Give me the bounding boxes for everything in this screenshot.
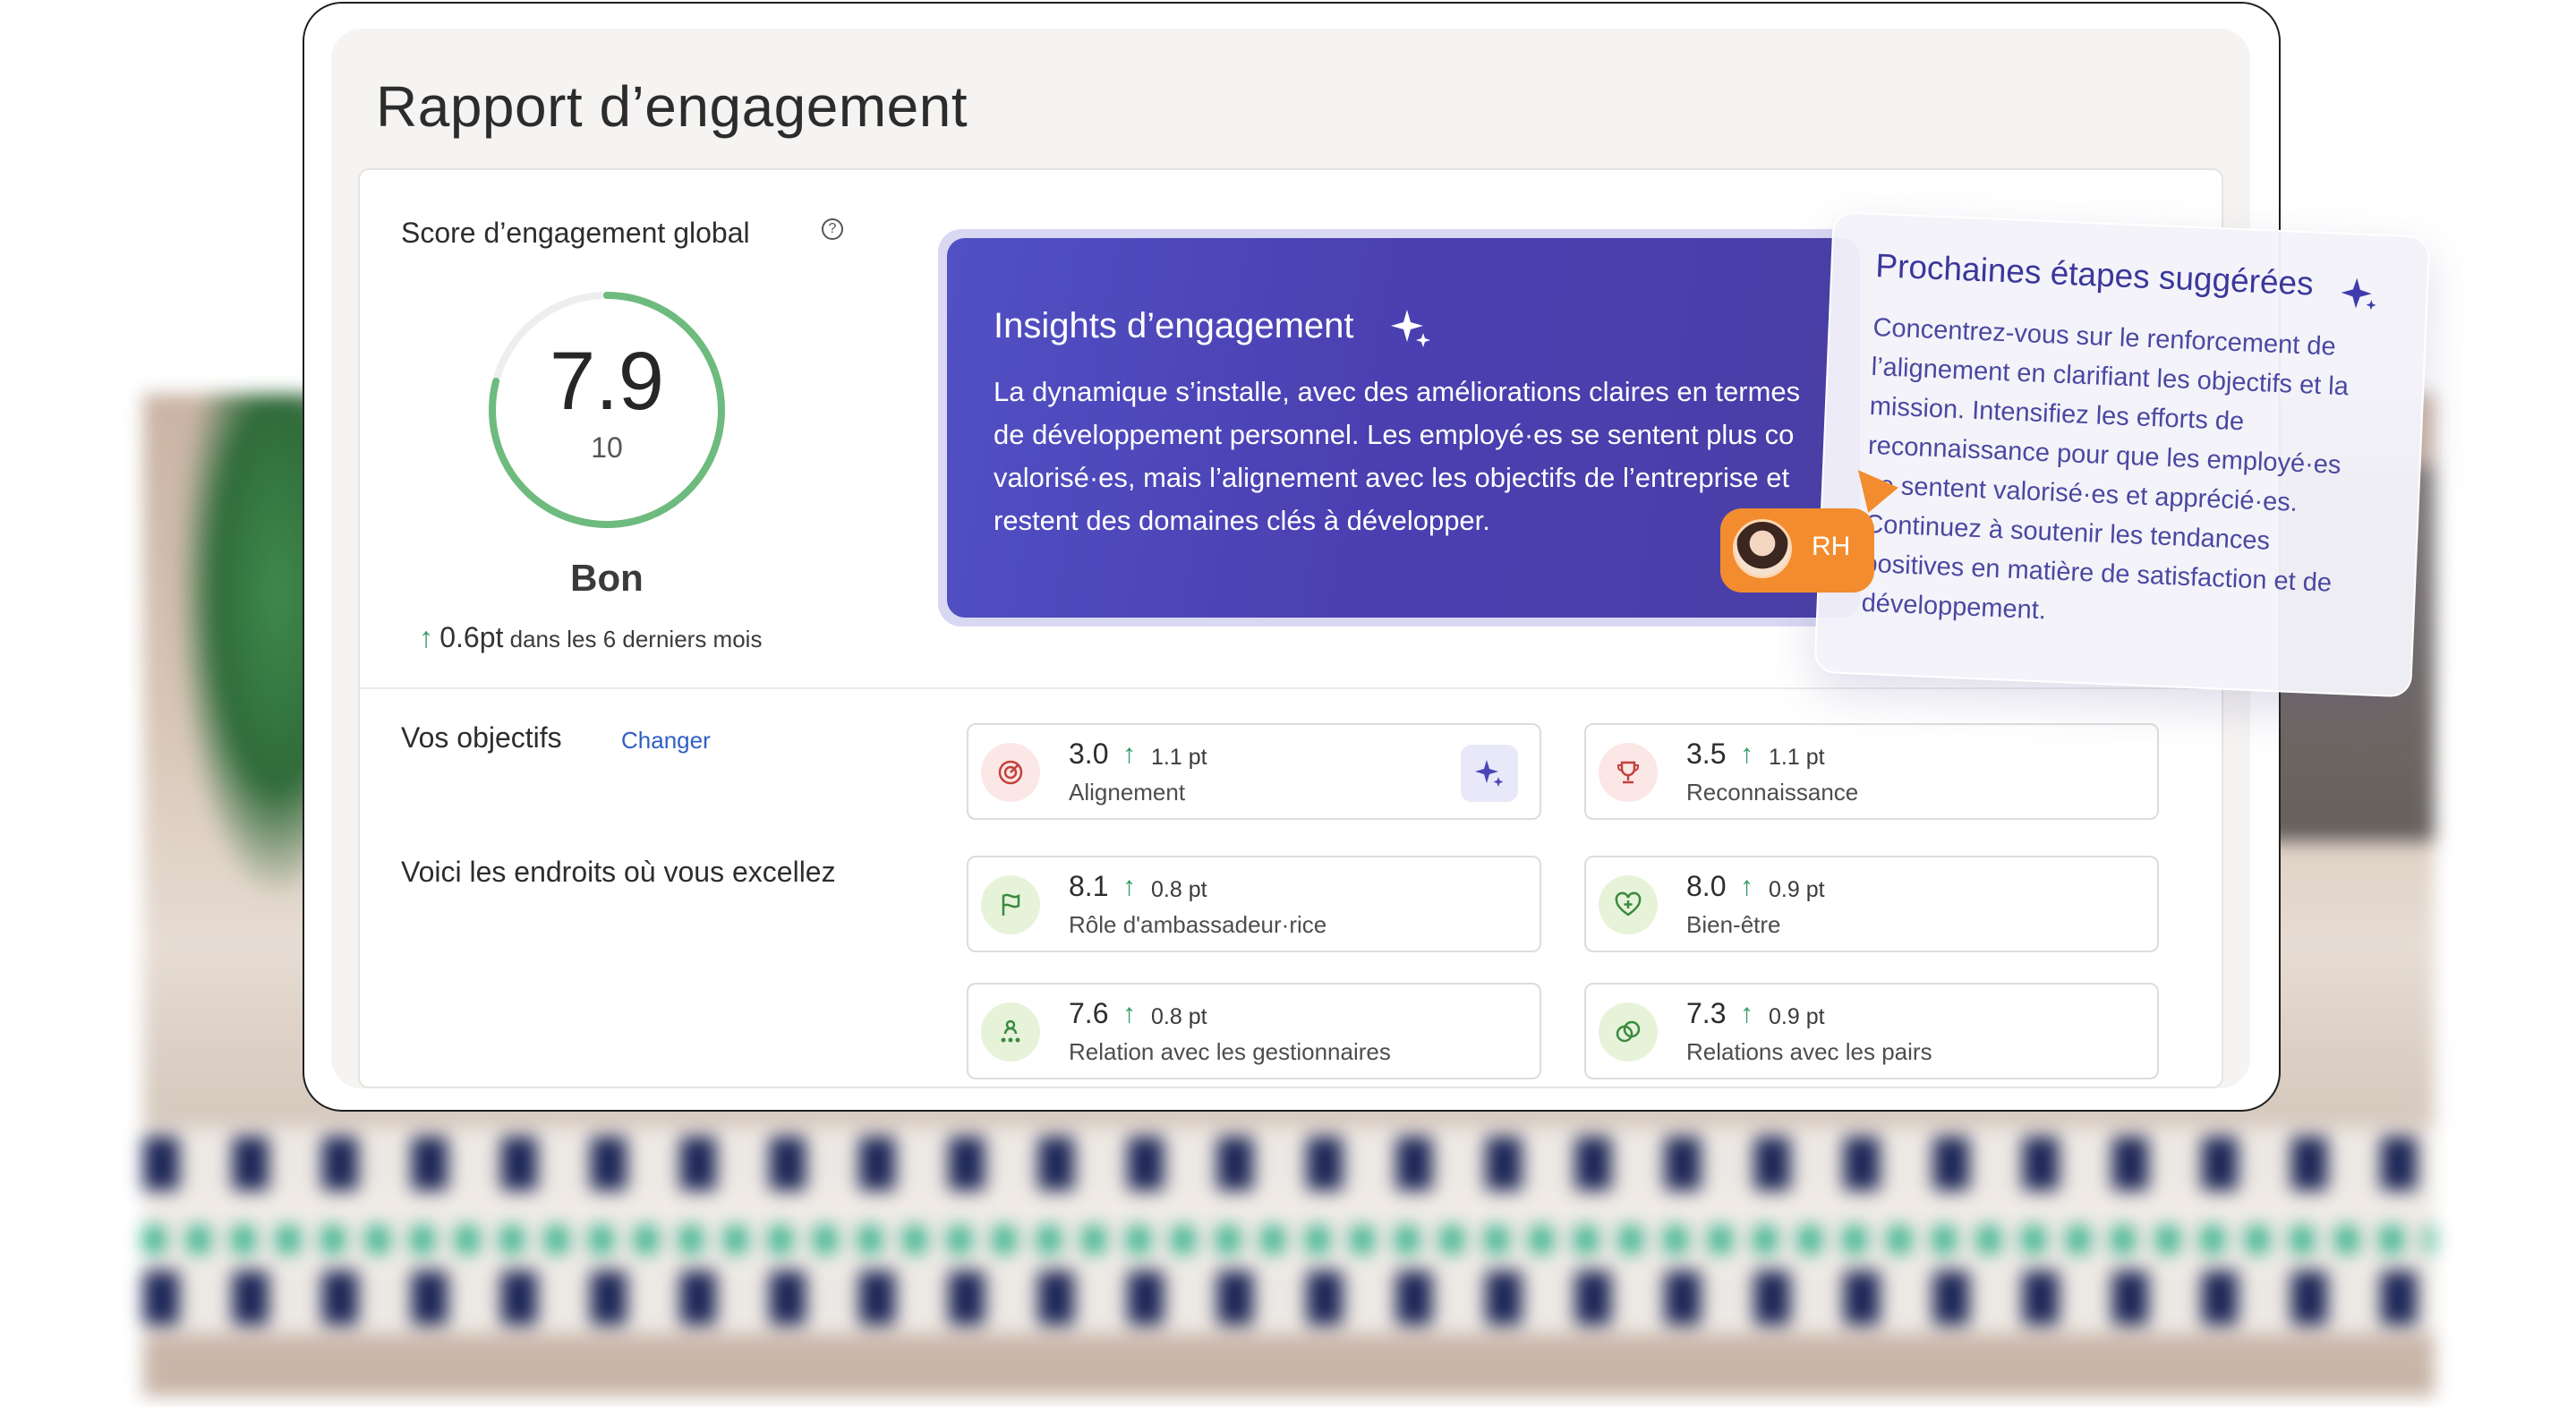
metric-delta: 0.8 pt (1151, 1004, 1207, 1029)
metric-delta: 0.9 pt (1769, 877, 1825, 902)
heart-plus-icon (1599, 875, 1658, 934)
score-title: Score d’engagement global (401, 217, 750, 249)
suggestions-text: Concentrez-vous sur le renforcement de l… (1861, 308, 2410, 645)
peers-icon (1599, 1002, 1658, 1062)
sparkle-icon (2341, 277, 2376, 311)
arrow-up-icon: ↑ (419, 621, 433, 653)
change-objectives-link[interactable]: Changer (621, 727, 711, 755)
trophy-icon (1599, 743, 1658, 802)
suggestions-card: Prochaines étapes suggérées Concentrez-v… (1813, 211, 2431, 698)
score-max: 10 (591, 431, 623, 464)
objectives-title: Vos objectifs (401, 721, 562, 754)
metric-card-ambassador[interactable]: 8.1 ↑ 0.8 pt Rôle d'ambassadeur·rice (967, 856, 1541, 952)
ai-sparkle-button[interactable] (1461, 745, 1518, 802)
metric-label: Alignement (1069, 779, 1186, 806)
metric-label: Rôle d'ambassadeur·rice (1069, 911, 1327, 938)
metric-value: 3.0 (1069, 738, 1109, 770)
arrow-up-icon: ↑ (1740, 999, 1753, 1028)
page-title: Rapport d’engagement (376, 74, 968, 139)
tile-pattern (143, 1128, 2435, 1334)
sparkle-icon (1475, 760, 1504, 787)
hr-badge[interactable]: RH (1720, 508, 1874, 593)
metric-value: 7.6 (1069, 997, 1109, 1029)
metric-card-alignment[interactable]: 3.0 ↑ 1.1 pt Alignement (967, 723, 1541, 820)
metric-card-peers[interactable]: 7.3 ↑ 0.9 pt Relations avec les pairs (1584, 983, 2159, 1079)
sparkle-icon (1391, 310, 1430, 347)
metric-delta: 0.9 pt (1769, 1004, 1825, 1029)
metric-value: 3.5 (1686, 738, 1727, 770)
metric-delta: 1.1 pt (1769, 745, 1825, 770)
suggestions-title: Prochaines étapes suggérées (1874, 247, 2315, 303)
section-divider (360, 687, 2222, 689)
metric-label: Relation avec les gestionnaires (1069, 1038, 1391, 1065)
metric-value: 8.1 (1069, 870, 1109, 902)
hr-label: RH (1812, 532, 1851, 561)
avatar (1733, 519, 1792, 578)
arrow-up-icon: ↑ (1122, 872, 1136, 901)
metric-card-managers[interactable]: 7.6 ↑ 0.8 pt Relation avec les gestionna… (967, 983, 1541, 1079)
metric-delta: 0.8 pt (1151, 877, 1207, 902)
insights-title: Insights d’engagement (994, 306, 1354, 345)
score-rating: Bon (570, 557, 644, 599)
metric-label: Bien-être (1686, 911, 1781, 938)
metric-value: 7.3 (1686, 997, 1727, 1029)
metric-card-wellbeing[interactable]: 8.0 ↑ 0.9 pt Bien-être (1584, 856, 2159, 952)
arrow-up-icon: ↑ (1122, 999, 1136, 1028)
metric-label: Reconnaissance (1686, 779, 1859, 806)
insights-line: La dynamique s’installe, avec des amélio… (994, 376, 1801, 407)
help-icon[interactable]: ? (822, 218, 843, 240)
insights-line: valorisé·es, mais l’alignement avec les … (994, 462, 1790, 493)
metric-label: Relations avec les pairs (1686, 1038, 1932, 1065)
metric-card-recognition[interactable]: 3.5 ↑ 1.1 pt Reconnaissance (1584, 723, 2159, 820)
metric-value: 8.0 (1686, 870, 1727, 902)
score-delta: ↑ 0.6pt dans les 6 derniers mois (419, 621, 762, 654)
metric-delta: 1.1 pt (1151, 745, 1207, 770)
insights-line: de développement personnel. Les employé·… (994, 419, 1795, 450)
target-icon (981, 743, 1040, 802)
score-value: 7.9 (550, 336, 664, 427)
flag-icon (981, 875, 1040, 934)
arrow-up-icon: ↑ (1740, 872, 1753, 901)
arrow-up-icon: ↑ (1122, 739, 1136, 769)
hierarchy-icon (981, 1002, 1040, 1062)
arrow-up-icon: ↑ (1740, 739, 1753, 769)
score-delta-value: 0.6pt (439, 621, 504, 653)
score-delta-period: dans les 6 derniers mois (509, 626, 763, 652)
excel-title: Voici les endroits où vous excellez (401, 856, 836, 888)
